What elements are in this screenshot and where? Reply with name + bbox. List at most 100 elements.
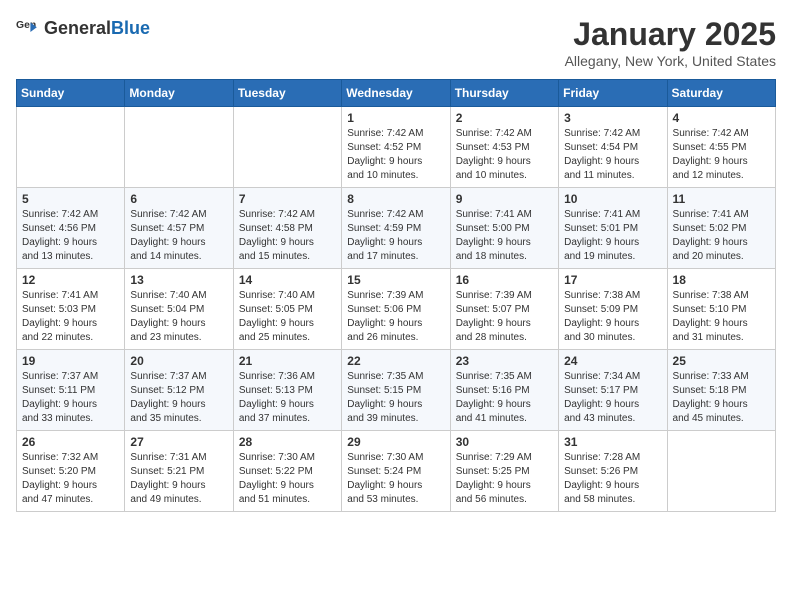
day-info: Sunrise: 7:36 AM Sunset: 5:13 PM Dayligh… xyxy=(239,370,336,426)
day-number: 24 xyxy=(564,354,661,368)
calendar-cell: 11 Sunrise: 7:41 AM Sunset: 5:02 PM Dayli… xyxy=(667,188,775,269)
weekday-header: Saturday xyxy=(667,80,775,107)
day-info: Sunrise: 7:29 AM Sunset: 5:25 PM Dayligh… xyxy=(456,451,553,507)
day-number: 16 xyxy=(456,273,553,287)
day-number: 12 xyxy=(22,273,119,287)
calendar-week-row: 1Sunrise: 7:42 AM Sunset: 4:52 PM Daylig… xyxy=(17,107,776,188)
day-info: Sunrise: 7:32 AM Sunset: 5:20 PM Dayligh… xyxy=(22,451,119,507)
calendar-cell: 25Sunrise: 7:33 AM Sunset: 5:18 PM Dayli… xyxy=(667,350,775,431)
calendar-cell xyxy=(233,107,341,188)
day-number: 5 xyxy=(22,192,119,206)
day-info: Sunrise: 7:40 AM Sunset: 5:04 PM Dayligh… xyxy=(130,289,227,345)
weekday-header: Thursday xyxy=(450,80,558,107)
calendar-cell: 15 Sunrise: 7:39 AM Sunset: 5:06 PM Dayli… xyxy=(342,269,450,350)
calendar-title: January 2025 xyxy=(565,16,776,53)
logo-general-text: General xyxy=(44,18,111,38)
day-number: 29 xyxy=(347,435,444,449)
day-number: 20 xyxy=(130,354,227,368)
calendar-cell: 6 Sunrise: 7:42 AM Sunset: 4:57 PM Daylig… xyxy=(125,188,233,269)
day-info: Sunrise: 7:28 AM Sunset: 5:26 PM Dayligh… xyxy=(564,451,661,507)
day-number: 7 xyxy=(239,192,336,206)
day-number: 19 xyxy=(22,354,119,368)
day-info: Sunrise: 7:39 AM Sunset: 5:06 PM Dayligh… xyxy=(347,289,444,345)
day-number: 22 xyxy=(347,354,444,368)
day-info: Sunrise: 7:30 AM Sunset: 5:22 PM Dayligh… xyxy=(239,451,336,507)
calendar-cell: 7 Sunrise: 7:42 AM Sunset: 4:58 PM Daylig… xyxy=(233,188,341,269)
day-info: Sunrise: 7:41 AM Sunset: 5:01 PM Dayligh… xyxy=(564,208,661,264)
day-info: Sunrise: 7:41 AM Sunset: 5:03 PM Dayligh… xyxy=(22,289,119,345)
day-number: 9 xyxy=(456,192,553,206)
calendar-week-row: 5 Sunrise: 7:42 AM Sunset: 4:56 PM Daylig… xyxy=(17,188,776,269)
weekday-header: Wednesday xyxy=(342,80,450,107)
day-info: Sunrise: 7:38 AM Sunset: 5:10 PM Dayligh… xyxy=(673,289,770,345)
calendar-header-row: SundayMondayTuesdayWednesdayThursdayFrid… xyxy=(17,80,776,107)
logo-icon: Gen xyxy=(16,16,40,40)
calendar-cell: 17 Sunrise: 7:38 AM Sunset: 5:09 PM Dayli… xyxy=(559,269,667,350)
day-info: Sunrise: 7:35 AM Sunset: 5:16 PM Dayligh… xyxy=(456,370,553,426)
day-number: 2 xyxy=(456,111,553,125)
day-number: 17 xyxy=(564,273,661,287)
day-number: 11 xyxy=(673,192,770,206)
day-number: 25 xyxy=(673,354,770,368)
day-number: 10 xyxy=(564,192,661,206)
calendar-cell: 29 Sunrise: 7:30 AM Sunset: 5:24 PM Dayli… xyxy=(342,431,450,512)
day-number: 3 xyxy=(564,111,661,125)
calendar-cell: 9Sunrise: 7:41 AM Sunset: 5:00 PM Daylig… xyxy=(450,188,558,269)
weekday-header: Friday xyxy=(559,80,667,107)
calendar-cell: 13 Sunrise: 7:40 AM Sunset: 5:04 PM Dayli… xyxy=(125,269,233,350)
day-number: 31 xyxy=(564,435,661,449)
calendar-cell: 19 Sunrise: 7:37 AM Sunset: 5:11 PM Dayli… xyxy=(17,350,125,431)
day-info: Sunrise: 7:37 AM Sunset: 5:11 PM Dayligh… xyxy=(22,370,119,426)
calendar-cell: 1Sunrise: 7:42 AM Sunset: 4:52 PM Daylig… xyxy=(342,107,450,188)
day-number: 18 xyxy=(673,273,770,287)
day-number: 13 xyxy=(130,273,227,287)
calendar-cell: 16 Sunrise: 7:39 AM Sunset: 5:07 PM Dayli… xyxy=(450,269,558,350)
day-info: Sunrise: 7:37 AM Sunset: 5:12 PM Dayligh… xyxy=(130,370,227,426)
calendar-table: SundayMondayTuesdayWednesdayThursdayFrid… xyxy=(16,79,776,512)
day-info: Sunrise: 7:42 AM Sunset: 4:57 PM Dayligh… xyxy=(130,208,227,264)
day-info: Sunrise: 7:42 AM Sunset: 4:52 PM Dayligh… xyxy=(347,127,444,183)
day-info: Sunrise: 7:42 AM Sunset: 4:59 PM Dayligh… xyxy=(347,208,444,264)
calendar-cell: 31 Sunrise: 7:28 AM Sunset: 5:26 PM Dayli… xyxy=(559,431,667,512)
calendar-cell: 24Sunrise: 7:34 AM Sunset: 5:17 PM Dayli… xyxy=(559,350,667,431)
calendar-week-row: 26 Sunrise: 7:32 AM Sunset: 5:20 PM Dayli… xyxy=(17,431,776,512)
day-info: Sunrise: 7:31 AM Sunset: 5:21 PM Dayligh… xyxy=(130,451,227,507)
day-info: Sunrise: 7:35 AM Sunset: 5:15 PM Dayligh… xyxy=(347,370,444,426)
calendar-cell xyxy=(125,107,233,188)
day-number: 6 xyxy=(130,192,227,206)
calendar-cell: 8 Sunrise: 7:42 AM Sunset: 4:59 PM Daylig… xyxy=(342,188,450,269)
day-number: 27 xyxy=(130,435,227,449)
calendar-cell xyxy=(17,107,125,188)
day-info: Sunrise: 7:38 AM Sunset: 5:09 PM Dayligh… xyxy=(564,289,661,345)
calendar-cell: 30 Sunrise: 7:29 AM Sunset: 5:25 PM Dayli… xyxy=(450,431,558,512)
calendar-cell: 21 Sunrise: 7:36 AM Sunset: 5:13 PM Dayli… xyxy=(233,350,341,431)
day-info: Sunrise: 7:42 AM Sunset: 4:58 PM Dayligh… xyxy=(239,208,336,264)
day-number: 21 xyxy=(239,354,336,368)
calendar-cell xyxy=(667,431,775,512)
calendar-cell: 20 Sunrise: 7:37 AM Sunset: 5:12 PM Dayli… xyxy=(125,350,233,431)
day-info: Sunrise: 7:30 AM Sunset: 5:24 PM Dayligh… xyxy=(347,451,444,507)
day-info: Sunrise: 7:39 AM Sunset: 5:07 PM Dayligh… xyxy=(456,289,553,345)
calendar-cell: 5 Sunrise: 7:42 AM Sunset: 4:56 PM Daylig… xyxy=(17,188,125,269)
calendar-cell: 10 Sunrise: 7:41 AM Sunset: 5:01 PM Dayli… xyxy=(559,188,667,269)
title-block: January 2025 Allegany, New York, United … xyxy=(565,16,776,69)
day-info: Sunrise: 7:42 AM Sunset: 4:53 PM Dayligh… xyxy=(456,127,553,183)
day-number: 26 xyxy=(22,435,119,449)
calendar-cell: 26 Sunrise: 7:32 AM Sunset: 5:20 PM Dayli… xyxy=(17,431,125,512)
day-info: Sunrise: 7:40 AM Sunset: 5:05 PM Dayligh… xyxy=(239,289,336,345)
calendar-week-row: 12 Sunrise: 7:41 AM Sunset: 5:03 PM Dayli… xyxy=(17,269,776,350)
day-number: 28 xyxy=(239,435,336,449)
day-number: 15 xyxy=(347,273,444,287)
calendar-cell: 23Sunrise: 7:35 AM Sunset: 5:16 PM Dayli… xyxy=(450,350,558,431)
day-number: 30 xyxy=(456,435,553,449)
calendar-cell: 4Sunrise: 7:42 AM Sunset: 4:55 PM Daylig… xyxy=(667,107,775,188)
day-number: 8 xyxy=(347,192,444,206)
calendar-cell: 12 Sunrise: 7:41 AM Sunset: 5:03 PM Dayli… xyxy=(17,269,125,350)
day-info: Sunrise: 7:42 AM Sunset: 4:55 PM Dayligh… xyxy=(673,127,770,183)
calendar-cell: 14Sunrise: 7:40 AM Sunset: 5:05 PM Dayli… xyxy=(233,269,341,350)
day-info: Sunrise: 7:42 AM Sunset: 4:56 PM Dayligh… xyxy=(22,208,119,264)
weekday-header: Tuesday xyxy=(233,80,341,107)
day-info: Sunrise: 7:42 AM Sunset: 4:54 PM Dayligh… xyxy=(564,127,661,183)
calendar-cell: 2 Sunrise: 7:42 AM Sunset: 4:53 PM Daylig… xyxy=(450,107,558,188)
day-info: Sunrise: 7:41 AM Sunset: 5:02 PM Dayligh… xyxy=(673,208,770,264)
